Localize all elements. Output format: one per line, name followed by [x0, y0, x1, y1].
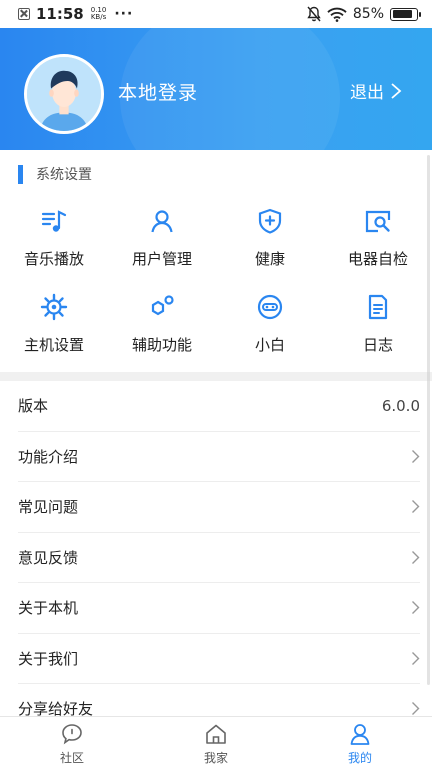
scrollbar[interactable]: [427, 155, 430, 685]
section-accent-bar: [18, 164, 23, 184]
list-item-label: 常见问题: [18, 498, 79, 517]
grid-item-label: 辅助功能: [131, 336, 192, 354]
music-icon: [39, 206, 69, 236]
grid-item-xiaobai[interactable]: 小白: [216, 292, 324, 356]
section-divider: [0, 372, 432, 381]
battery-fill: [392, 10, 413, 18]
net-speed-unit: KB/s: [90, 13, 107, 21]
list-item-version: 版本 6.0.0: [18, 381, 420, 432]
shield-plus-icon: [255, 206, 285, 236]
tab-label: 社区: [59, 750, 84, 765]
grid-item-label: 小白: [254, 336, 285, 354]
tab-home[interactable]: 我家: [144, 717, 288, 768]
grid-item-log[interactable]: 日志: [324, 292, 432, 356]
device-search-icon: [363, 206, 393, 236]
chevron-right-icon: [412, 449, 420, 463]
notification-icon: [18, 8, 30, 20]
grid-item-host-settings[interactable]: 主机设置: [0, 292, 108, 356]
status-bar: 11:58 0.10 KB/s ··· 85%: [0, 0, 432, 28]
grid-item-health[interactable]: 健康: [216, 206, 324, 270]
grid-item-music[interactable]: 音乐播放: [0, 206, 108, 270]
list-item-faq[interactable]: 常见问题: [18, 482, 420, 533]
tab-label: 我家: [203, 750, 228, 765]
tab-label: 我的: [347, 750, 372, 765]
chevron-right-icon: [412, 550, 420, 564]
list-item-about-device[interactable]: 关于本机: [18, 583, 420, 634]
more-dots: ···: [114, 6, 134, 22]
chevron-right-icon: [412, 500, 420, 514]
list-item-feedback[interactable]: 意见反馈: [18, 533, 420, 583]
list-item-label: 意见反馈: [18, 548, 79, 567]
logout-label: 退出: [350, 83, 384, 103]
status-right: 85%: [307, 6, 421, 22]
version-label: 版本: [18, 397, 49, 416]
bottom-tab-bar: 社区 我家 我的: [0, 716, 432, 768]
section-title-text: 系统设置: [36, 167, 92, 183]
mute-bell-icon: [307, 6, 321, 22]
list-item-label: 关于我们: [18, 649, 79, 668]
grid-item-label: 健康: [254, 250, 285, 268]
tab-mine[interactable]: 我的: [288, 717, 432, 768]
home-icon: [206, 724, 226, 744]
chevron-right-icon: [391, 82, 402, 99]
tab-community[interactable]: 社区: [0, 717, 144, 768]
section-title-system-settings: 系统设置: [18, 164, 92, 184]
logout-button[interactable]: 退出: [350, 78, 402, 103]
list-item-label: 功能介绍: [18, 447, 79, 466]
list-item-features[interactable]: 功能介绍: [18, 432, 420, 482]
status-left: 11:58 0.10 KB/s ···: [18, 5, 133, 23]
nodes-icon: [147, 292, 177, 322]
grid-item-label: 用户管理: [131, 250, 192, 268]
wifi-icon: [327, 7, 347, 22]
grid-item-accessibility[interactable]: 辅助功能: [108, 292, 216, 356]
chevron-right-icon: [412, 702, 420, 716]
avatar[interactable]: [24, 54, 104, 134]
settings-grid: 音乐播放 用户管理 健康 电器自检 主机设置 辅助功能 小白 日志: [0, 206, 432, 356]
grid-item-user-management[interactable]: 用户管理: [108, 206, 216, 270]
robot-face-icon: [255, 292, 285, 322]
grid-item-appliance-check[interactable]: 电器自检: [324, 206, 432, 270]
status-time: 11:58: [36, 5, 84, 23]
battery-percent: 85%: [352, 6, 384, 22]
grid-item-label: 音乐播放: [23, 250, 84, 268]
person-icon: [350, 723, 370, 745]
avatar-person-icon: [27, 57, 101, 131]
profile-header: 本地登录 退出: [0, 28, 432, 150]
document-icon: [363, 292, 393, 322]
list-item-label: 关于本机: [18, 599, 79, 618]
net-speed: 0.10 KB/s: [91, 7, 107, 21]
user-icon: [147, 206, 177, 236]
user-name: 本地登录: [118, 82, 199, 104]
grid-item-label: 日志: [362, 336, 393, 354]
list-item-about-us[interactable]: 关于我们: [18, 634, 420, 684]
chevron-right-icon: [412, 651, 420, 665]
grid-item-label: 电器自检: [347, 250, 408, 268]
gear-icon: [39, 292, 69, 322]
chat-bubble-icon: [62, 723, 82, 744]
chevron-right-icon: [412, 601, 420, 615]
grid-item-label: 主机设置: [23, 336, 84, 354]
battery-icon: [390, 7, 421, 21]
settings-list: 版本 6.0.0 功能介绍 常见问题 意见反馈 关于本机 关于我们 分享给好友: [0, 381, 432, 735]
version-value: 6.0.0: [381, 396, 420, 415]
